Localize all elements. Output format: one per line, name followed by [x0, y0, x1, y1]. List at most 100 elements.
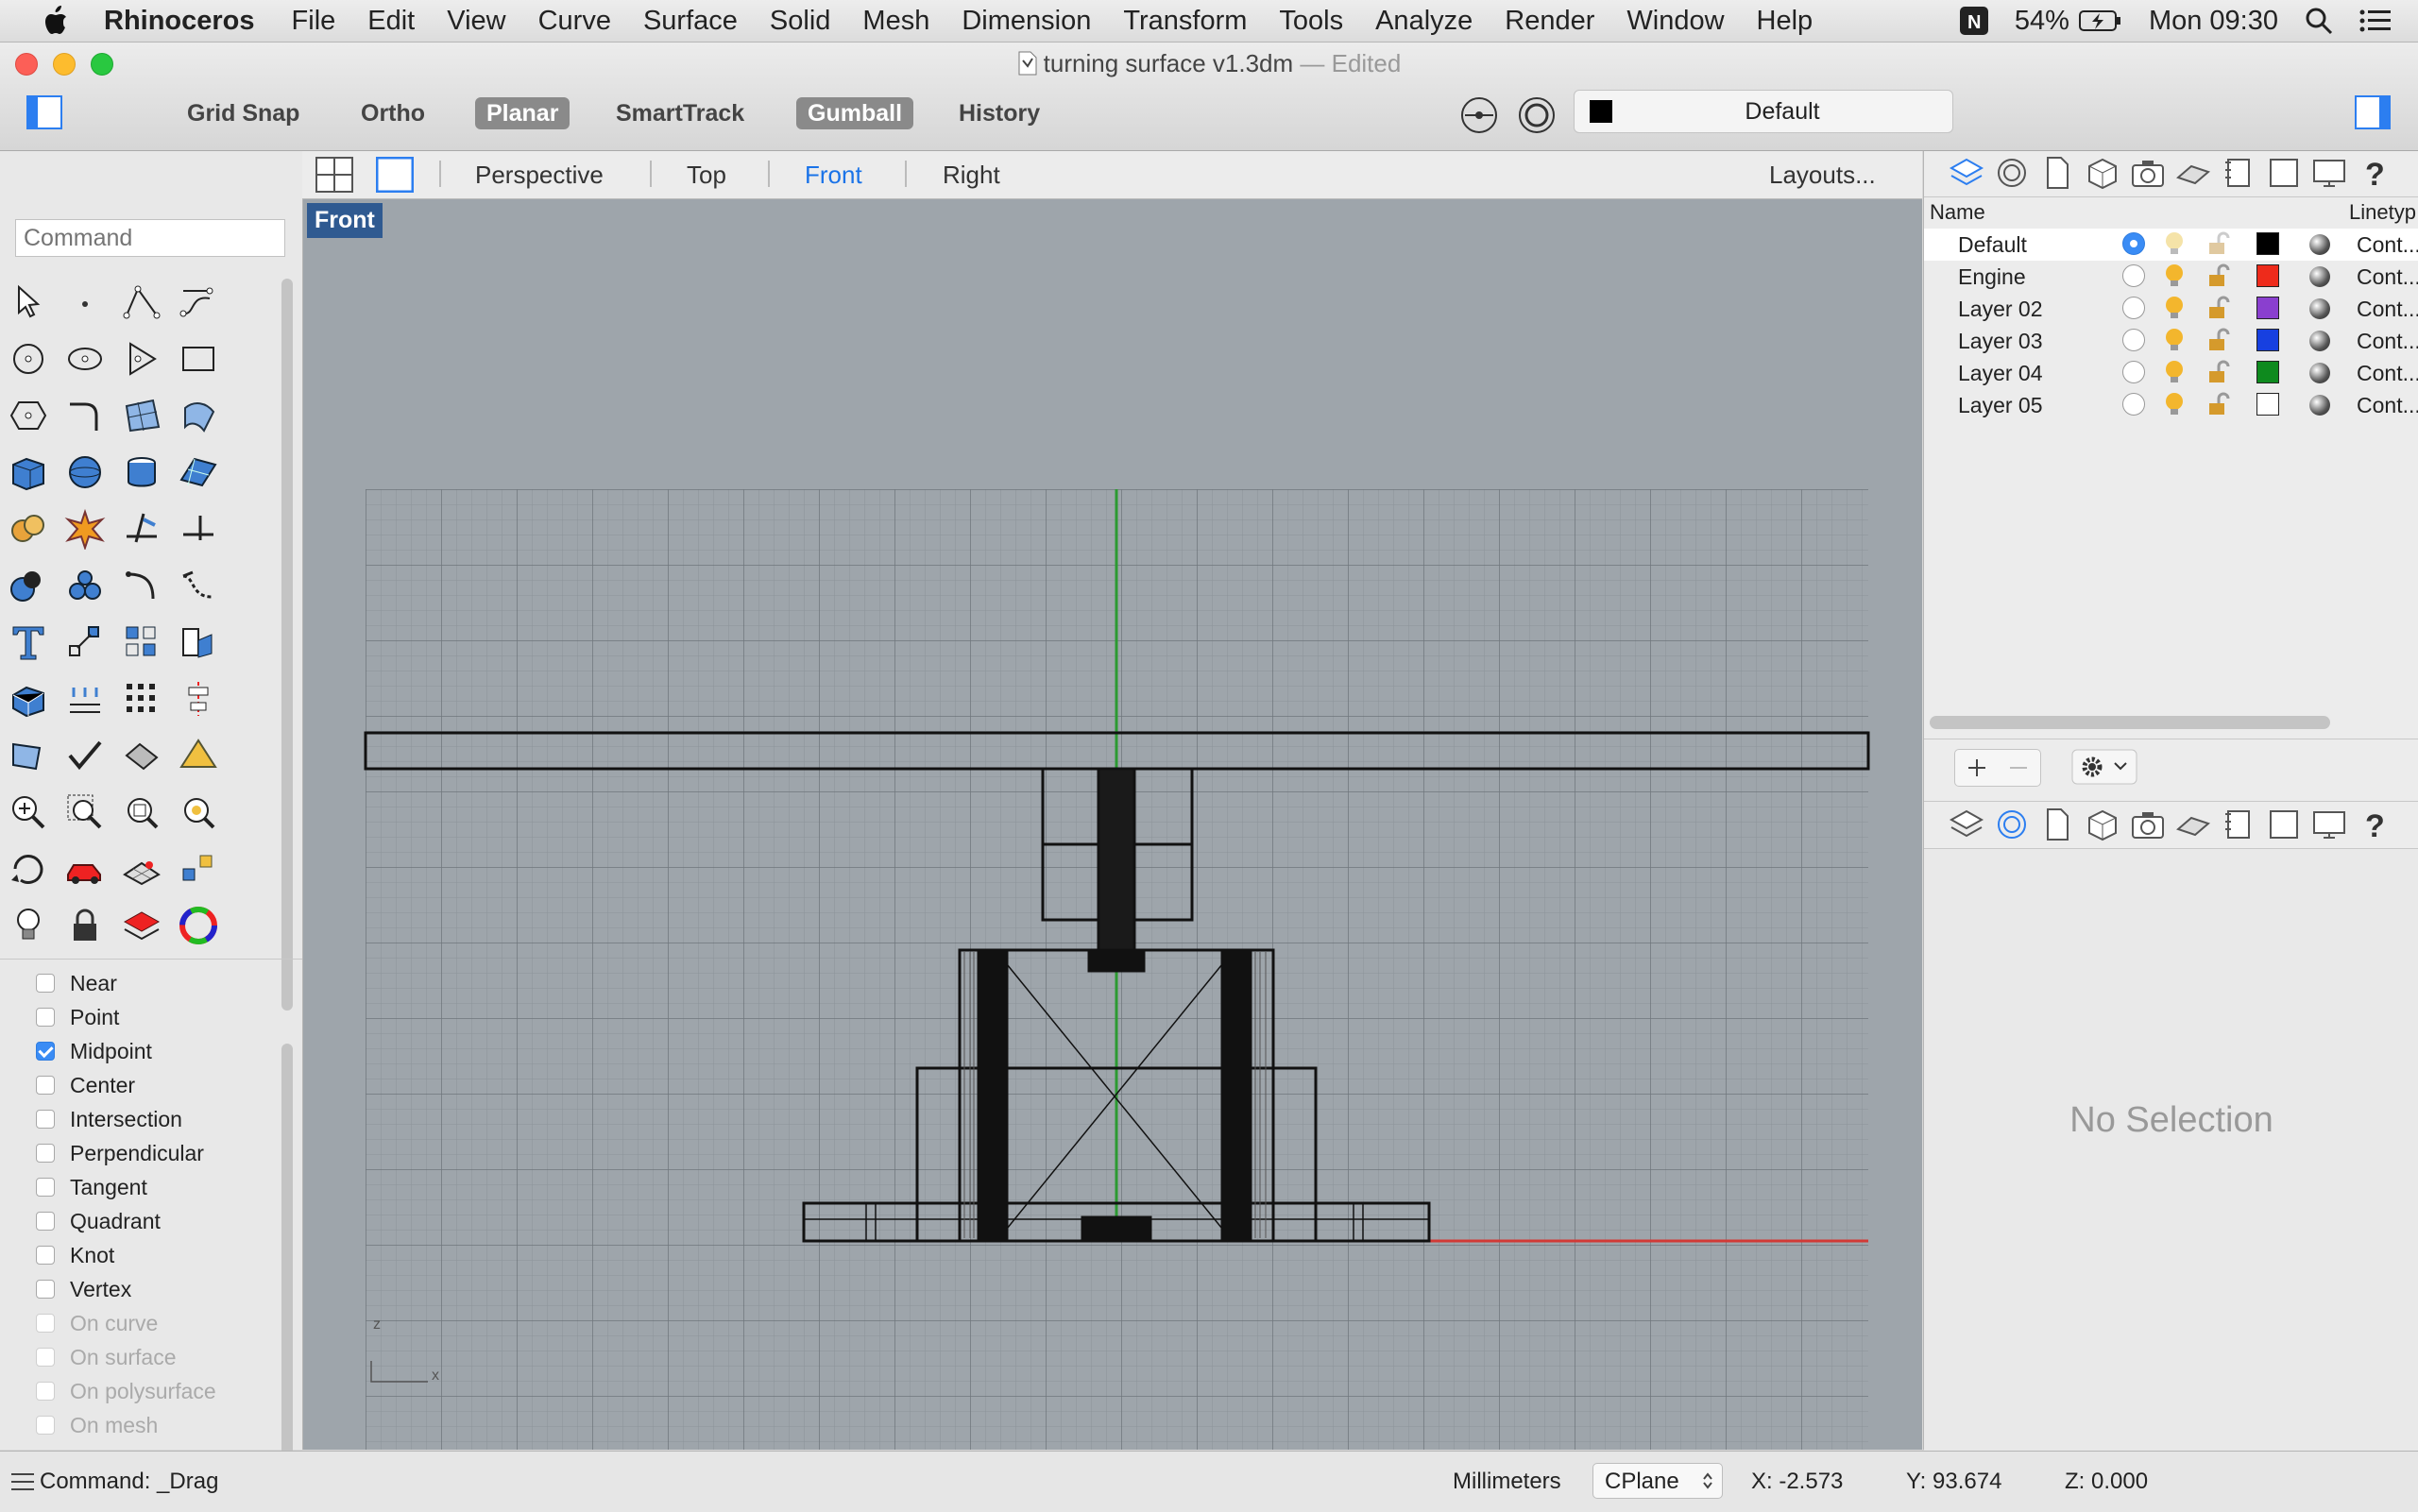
checkbox[interactable]: [36, 1042, 55, 1061]
menu-render[interactable]: Render: [1505, 6, 1594, 37]
layer-material-icon[interactable]: [2309, 234, 2330, 255]
smarttrack-button[interactable]: SmartTrack: [604, 97, 756, 129]
tab-top[interactable]: Top: [687, 161, 726, 190]
menu-help[interactable]: Help: [1757, 6, 1814, 37]
layer-name[interactable]: Layer 05: [1958, 393, 2043, 418]
layer-row-layer-03[interactable]: Layer 03 Cont...: [1924, 325, 2418, 357]
layer-unlocked-icon[interactable]: [2205, 296, 2230, 320]
cplane-select[interactable]: CPlane: [1592, 1463, 1723, 1499]
snap-vertex[interactable]: Vertex: [36, 1273, 131, 1305]
layer-unlocked-icon[interactable]: [2205, 392, 2230, 416]
current-layer-radio[interactable]: [2122, 232, 2145, 255]
tab-perspective[interactable]: Perspective: [475, 161, 604, 190]
explode-icon[interactable]: [64, 508, 106, 550]
record-history-icon[interactable]: [1517, 95, 1557, 135]
layer-material-icon[interactable]: [2309, 298, 2330, 319]
layer-linetype[interactable]: Cont...: [2357, 393, 2418, 418]
named-views-tab-icon[interactable]: [2130, 155, 2166, 191]
rectangle-icon[interactable]: [178, 338, 219, 380]
layer-visible-bulb-icon[interactable]: [2162, 230, 2187, 257]
help-tab-icon[interactable]: ?: [2357, 807, 2392, 842]
cplanes-tab-icon[interactable]: [2175, 155, 2211, 191]
grid-snap-button[interactable]: Grid Snap: [176, 97, 311, 129]
menu-window[interactable]: Window: [1626, 6, 1724, 37]
analyze-direction-icon[interactable]: [178, 848, 219, 890]
layer-linetype[interactable]: Cont...: [2357, 329, 2418, 354]
blocks-tab-icon[interactable]: [2266, 155, 2302, 191]
layer-visible-bulb-icon[interactable]: [2162, 391, 2187, 417]
layer-row-layer-04[interactable]: Layer 04 Cont...: [1924, 357, 2418, 389]
ortho-button[interactable]: Ortho: [349, 97, 436, 129]
layer-linetype[interactable]: Cont...: [2357, 264, 2418, 290]
menu-file[interactable]: File: [292, 6, 336, 37]
layer-unlocked-icon[interactable]: [2205, 231, 2230, 256]
fillet-curves-icon[interactable]: [64, 395, 106, 436]
layer-color-swatch[interactable]: [2256, 361, 2279, 383]
current-layer-radio[interactable]: [2122, 264, 2145, 287]
layer-unlocked-icon[interactable]: [2205, 360, 2230, 384]
split-icon[interactable]: [178, 508, 219, 550]
paint-surface-icon[interactable]: [8, 735, 49, 776]
clock[interactable]: Mon 09:30: [2149, 6, 2278, 37]
ellipse-icon[interactable]: [64, 338, 106, 380]
layer-visible-bulb-icon[interactable]: [2162, 295, 2187, 321]
layers-tab-icon[interactable]: [1949, 155, 1984, 191]
array-icon[interactable]: [121, 621, 162, 663]
layer-row-layer-02[interactable]: Layer 02 Cont...: [1924, 293, 2418, 325]
menu-mesh[interactable]: Mesh: [862, 6, 929, 37]
layer-options-gear-icon[interactable]: [2071, 749, 2137, 785]
remove-layer-icon[interactable]: [2008, 757, 2029, 778]
toggle-sidebar-right-icon[interactable]: [2355, 95, 2391, 129]
snap-on-polysurface[interactable]: On polysurface: [36, 1375, 216, 1407]
layers-color-icon[interactable]: [121, 905, 162, 946]
select-arrow-icon[interactable]: [8, 281, 49, 323]
mesh-plane-icon[interactable]: [178, 451, 219, 493]
units-label[interactable]: Millimeters: [1453, 1469, 1561, 1495]
checkbox[interactable]: [36, 1280, 55, 1299]
layer-color-swatch[interactable]: [2256, 232, 2279, 255]
cylinder-solid-icon[interactable]: [121, 451, 162, 493]
dimension-icon[interactable]: [64, 678, 106, 720]
snap-near[interactable]: Near: [36, 967, 117, 999]
notes-tab-icon[interactable]: [2221, 807, 2256, 842]
planar-button[interactable]: Planar: [475, 97, 570, 129]
layer-name[interactable]: Layer 02: [1958, 297, 2043, 322]
layer-row-engine[interactable]: Engine Cont...: [1924, 261, 2418, 293]
layer-linetype[interactable]: Cont...: [2357, 232, 2418, 258]
box-solid-icon[interactable]: [8, 451, 49, 493]
checkbox[interactable]: [36, 1416, 55, 1435]
layer-row-layer-05[interactable]: Layer 05 Cont...: [1924, 389, 2418, 421]
checkbox[interactable]: [36, 1144, 55, 1163]
checkbox[interactable]: [36, 1212, 55, 1231]
spotlight-search-icon[interactable]: [2305, 7, 2333, 35]
layer-visible-bulb-icon[interactable]: [2162, 359, 2187, 385]
layer-name-column-header[interactable]: Name: [1930, 200, 1985, 225]
menu-edit[interactable]: Edit: [367, 6, 415, 37]
layer-linetype[interactable]: Cont...: [2357, 361, 2418, 386]
properties-tab-icon[interactable]: [1994, 155, 2030, 191]
snap-quadrant[interactable]: Quadrant: [36, 1205, 161, 1237]
point-icon[interactable]: [64, 281, 106, 323]
layer-unlocked-icon[interactable]: [2205, 263, 2230, 288]
curve-icon[interactable]: [178, 281, 219, 323]
circle-icon[interactable]: [8, 338, 49, 380]
layer-color-swatch[interactable]: [2256, 297, 2279, 319]
current-layer-radio[interactable]: [2122, 329, 2145, 351]
layer-material-icon[interactable]: [2309, 395, 2330, 416]
layer-color-swatch[interactable]: [2256, 264, 2279, 287]
notification-center-icon[interactable]: [2359, 7, 2392, 35]
snap-perpendicular[interactable]: Perpendicular: [36, 1137, 204, 1169]
display-tab-icon[interactable]: [2311, 807, 2347, 842]
front-viewport[interactable]: Front z x: [303, 199, 1922, 1450]
polygon-icon[interactable]: [121, 338, 162, 380]
single-viewport-icon[interactable]: [376, 157, 414, 193]
layer-visible-bulb-icon[interactable]: [2162, 327, 2187, 353]
hexagon-icon[interactable]: [8, 395, 49, 436]
trim-icon[interactable]: [121, 508, 162, 550]
app-menu[interactable]: Rhinoceros: [104, 6, 255, 37]
loft-surface-icon[interactable]: [178, 395, 219, 436]
current-layer-radio[interactable]: [2122, 361, 2145, 383]
menu-view[interactable]: View: [447, 6, 505, 37]
snap-on-curve[interactable]: On curve: [36, 1307, 158, 1339]
grid-options-icon[interactable]: [121, 848, 162, 890]
